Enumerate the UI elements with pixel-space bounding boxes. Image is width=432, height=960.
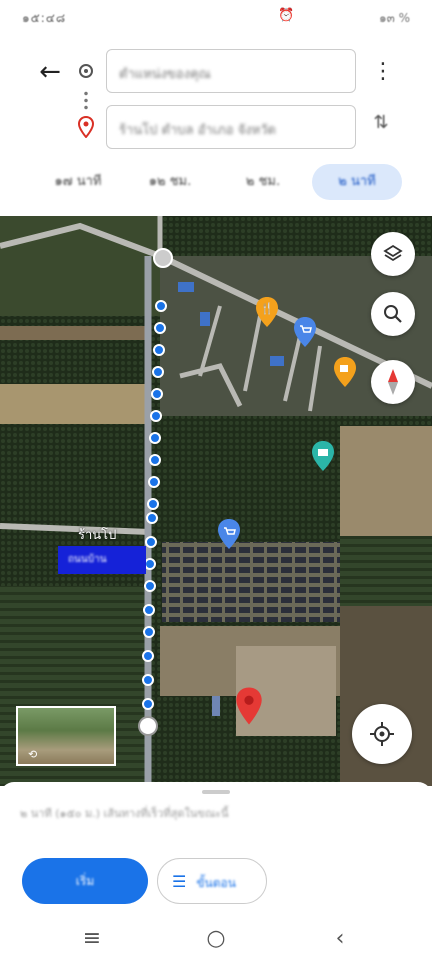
alarm-icon: ⏰: [278, 8, 295, 23]
route-dots-divider: [84, 90, 88, 112]
more-options-icon[interactable]: ⋮: [372, 58, 394, 86]
directions-header: ← ตำแหน่งของคุณ ร้านโป ตำบล อำเภอ จังหวั…: [0, 34, 432, 216]
svg-text:🍴: 🍴: [260, 302, 274, 315]
satellite-imagery: [0, 216, 432, 786]
compass-button[interactable]: [371, 360, 415, 404]
search-along-route-button[interactable]: [371, 292, 415, 336]
route-summary-text: ๒ นาที (๑๕๐ ม.) เส้นทางที่เร็วที่สุดในขณ…: [20, 807, 229, 820]
start-button-label: เริ่ม: [75, 874, 95, 888]
system-back-icon[interactable]: ‹: [325, 924, 355, 954]
destination-marker-icon[interactable]: [234, 686, 264, 726]
start-button[interactable]: เริ่ม: [22, 858, 148, 904]
route-summary: ๒ นาที (๑๕๐ ม.) เส้นทางที่เร็วที่สุดในขณ…: [20, 806, 320, 822]
travel-mode-tabs: ๑๗ นาที ๑๒ ชม. ๒ ชม. ๒ นาที: [0, 160, 432, 204]
highlighted-road-label: ถนนบ้าน: [58, 546, 146, 574]
street-view-thumbnail[interactable]: ⟲: [16, 706, 116, 766]
mode-car-label: ๑๗ นาที: [54, 174, 102, 189]
home-icon[interactable]: ○: [201, 924, 231, 954]
mode-bike-label: ๒ นาที: [338, 174, 376, 189]
street-view-icon: ⟲: [28, 748, 38, 761]
compass-icon: [388, 369, 398, 395]
sheet-drag-handle[interactable]: [202, 790, 230, 794]
swap-icon[interactable]: ⇅: [369, 112, 393, 142]
place-poi-icon[interactable]: [310, 440, 336, 472]
layers-icon: [383, 244, 403, 262]
origin-icon: [79, 64, 93, 78]
shop-poi-icon[interactable]: [216, 518, 242, 550]
cafe-poi-icon[interactable]: [332, 356, 358, 388]
steps-button-label: ขั้นตอน: [196, 876, 236, 890]
origin-field[interactable]: ตำแหน่งของคุณ: [106, 49, 356, 93]
highlighted-road-label-text: ถนนบ้าน: [68, 554, 107, 565]
system-nav-bar: ≡ ○ ‹: [0, 918, 432, 960]
list-icon: ☰: [172, 872, 187, 891]
mode-transit[interactable]: ๑๒ ชม.: [128, 164, 212, 200]
status-time: ๑๕:๔๘: [22, 11, 67, 25]
origin-field-text: ตำแหน่งของคุณ: [119, 67, 211, 82]
map-view[interactable]: 🍴 ร้านโป ถนนบ้าน ⟲: [0, 216, 432, 786]
mode-bike[interactable]: ๒ นาที: [312, 164, 402, 200]
status-bar: ๑๕:๔๘ ⏰ ๑๓ %: [0, 0, 432, 34]
my-location-icon: [370, 722, 394, 746]
destination-field-text: ร้านโป ตำบล อำเภอ จังหวัด: [119, 123, 276, 138]
mode-walk-label: ๒ ชม.: [245, 174, 281, 189]
steps-button[interactable]: ☰ ขั้นตอน: [157, 858, 267, 904]
layers-button[interactable]: [371, 232, 415, 276]
shopping-poi-icon[interactable]: [292, 316, 318, 348]
restaurant-poi-icon[interactable]: 🍴: [254, 296, 280, 328]
destination-pin-icon: [77, 116, 95, 138]
recent-apps-icon[interactable]: ≡: [77, 924, 107, 954]
mode-car[interactable]: ๑๗ นาที: [38, 164, 118, 200]
mode-walk[interactable]: ๒ ชม.: [224, 164, 302, 200]
search-icon: [384, 305, 402, 323]
mode-transit-label: ๑๒ ชม.: [148, 174, 192, 189]
back-arrow-icon[interactable]: ←: [36, 58, 64, 86]
destination-field[interactable]: ร้านโป ตำบล อำเภอ จังหวัด: [106, 105, 356, 149]
street-label: ร้านโป: [78, 528, 117, 543]
my-location-button[interactable]: [352, 704, 412, 764]
status-indicators: ๑๓ %: [378, 11, 410, 25]
